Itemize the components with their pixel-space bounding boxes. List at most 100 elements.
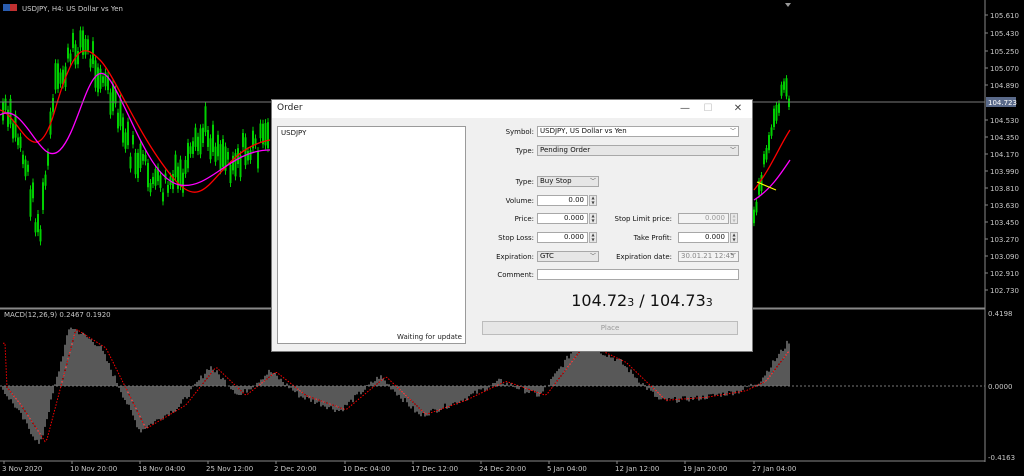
- symbol-tick-panel[interactable]: USDJPY Waiting for update: [277, 126, 466, 344]
- chevron-down-icon: ﹀: [589, 178, 596, 185]
- candle-body: [142, 153, 144, 161]
- candle-body: [194, 127, 197, 147]
- price-axis: 105.610 105.430 105.250 105.070 104.890 104.5…: [985, 12, 1019, 295]
- candle-body: [59, 72, 62, 84]
- candle-body: [12, 123, 14, 139]
- candle-body: [167, 184, 169, 193]
- close-icon[interactable]: ✕: [730, 102, 746, 116]
- candle-body: [144, 154, 147, 162]
- candle-body: [174, 154, 177, 178]
- candle-body: [768, 135, 770, 151]
- candle-body: [129, 156, 132, 169]
- candle-body: [242, 132, 244, 148]
- candle-body: [184, 159, 187, 174]
- pending-type-select[interactable]: Buy Stop ﹀: [537, 176, 599, 187]
- price-input[interactable]: 0.000: [537, 213, 588, 224]
- candle-body: [122, 117, 124, 143]
- price-tick-label: 104.890: [990, 82, 1019, 90]
- macd-label: MACD(12,26,9) 0.2467 0.1920: [4, 311, 111, 319]
- candle-body: [222, 139, 224, 167]
- candle-body: [775, 104, 778, 121]
- candle-body: [204, 106, 207, 133]
- order-kind-select[interactable]: Pending Order ﹀: [537, 145, 739, 156]
- comment-input[interactable]: [537, 269, 739, 280]
- candle-body: [109, 92, 112, 115]
- chevron-down-icon: ﹀: [729, 147, 736, 154]
- price-tick-label: 103.810: [990, 185, 1019, 193]
- bid-price: 104.72: [571, 291, 628, 310]
- order-dialog: Order — ☐ ✕ USDJPY Waiting for update Sy…: [271, 99, 753, 352]
- candle-body: [783, 81, 785, 90]
- price-tick-label: 105.250: [990, 48, 1019, 56]
- candle-body: [267, 122, 269, 149]
- candle-body: [17, 137, 19, 146]
- dialog-titlebar[interactable]: Order — ☐ ✕: [272, 100, 752, 118]
- time-tick-label: 18 Nov 04:00: [138, 465, 185, 473]
- chart-shift-marker: [785, 3, 791, 7]
- price-tick-label: 104.530: [990, 117, 1019, 125]
- candle-body: [139, 143, 142, 169]
- chart-symbol-title: USDJPY, H4: US Dollar vs Yen: [22, 5, 123, 13]
- stop-limit-stepper[interactable]: ▲ ▼: [730, 213, 738, 224]
- candle-body: [249, 150, 252, 160]
- candle-body: [34, 222, 37, 233]
- candle-body: [29, 189, 32, 217]
- candle-body: [187, 142, 189, 169]
- time-tick-label: 10 Dec 04:00: [343, 465, 390, 473]
- candle-body: [37, 214, 39, 233]
- candle-body: [209, 138, 212, 160]
- place-button[interactable]: Place: [482, 321, 738, 335]
- expiration-date-label: Expiration date:: [616, 253, 672, 261]
- time-tick-label: 3 Nov 2020: [2, 465, 42, 473]
- expiration-date-picker[interactable]: 30.01.21 12:45 ﹀: [678, 251, 739, 262]
- symbol-label: Symbol:: [505, 128, 534, 136]
- candle-body: [162, 192, 164, 202]
- symbol-select[interactable]: USDJPY, US Dollar vs Yen ﹀: [537, 126, 739, 137]
- candle-body: [69, 53, 72, 62]
- candle-body: [753, 209, 755, 224]
- expiration-select[interactable]: GTC ﹀: [537, 251, 599, 262]
- candle-body: [179, 159, 182, 187]
- expiration-label: Expiration:: [496, 253, 534, 261]
- stop-loss-input[interactable]: 0.000: [537, 232, 588, 243]
- candle-body: [67, 47, 69, 59]
- candle-body: [39, 229, 42, 242]
- candle-body: [4, 98, 7, 110]
- volume-input[interactable]: 0.00: [537, 195, 588, 206]
- candle-body: [229, 164, 232, 184]
- candle-body: [214, 146, 217, 162]
- maximize-icon[interactable]: ☐: [700, 102, 716, 116]
- price-tick-label: 103.270: [990, 236, 1019, 244]
- dialog-title: Order: [277, 103, 303, 113]
- candle-body: [154, 169, 157, 186]
- minimize-icon[interactable]: —: [677, 102, 693, 116]
- take-profit-input[interactable]: 0.000: [678, 232, 729, 243]
- candle-body: [117, 112, 119, 129]
- macd-scale-top: 0.4198: [988, 310, 1013, 318]
- candle-body: [147, 162, 149, 188]
- candle-body: [765, 148, 768, 160]
- candle-body: [227, 151, 229, 160]
- expiration-date-value: 30.01.21 12:45: [681, 252, 735, 260]
- take-profit-stepper[interactable]: ▲ ▼: [730, 232, 738, 243]
- macd-scale-zero: 0.0000: [988, 383, 1013, 391]
- price-tick-label: 103.450: [990, 219, 1019, 227]
- candle-body: [9, 98, 12, 125]
- candle-body: [770, 127, 773, 136]
- candle-body: [755, 201, 758, 213]
- candle-body: [247, 151, 249, 161]
- volume-stepper[interactable]: ▲ ▼: [589, 195, 597, 206]
- candle-body: [778, 103, 780, 113]
- candle-body: [244, 137, 247, 166]
- candle-body: [79, 30, 82, 48]
- time-tick-label: 10 Nov 20:00: [70, 465, 117, 473]
- candle-body: [773, 108, 775, 128]
- time-tick-label: 5 Jan 04:00: [547, 465, 587, 473]
- time-tick-label: 19 Jan 20:00: [683, 465, 727, 473]
- candle-body: [54, 63, 57, 90]
- time-tick-label: 2 Dec 20:00: [274, 465, 317, 473]
- chart-flag-icon: [3, 4, 10, 11]
- stop-limit-input[interactable]: 0.000: [678, 213, 729, 224]
- candle-body: [192, 141, 194, 154]
- candle-body: [32, 182, 34, 199]
